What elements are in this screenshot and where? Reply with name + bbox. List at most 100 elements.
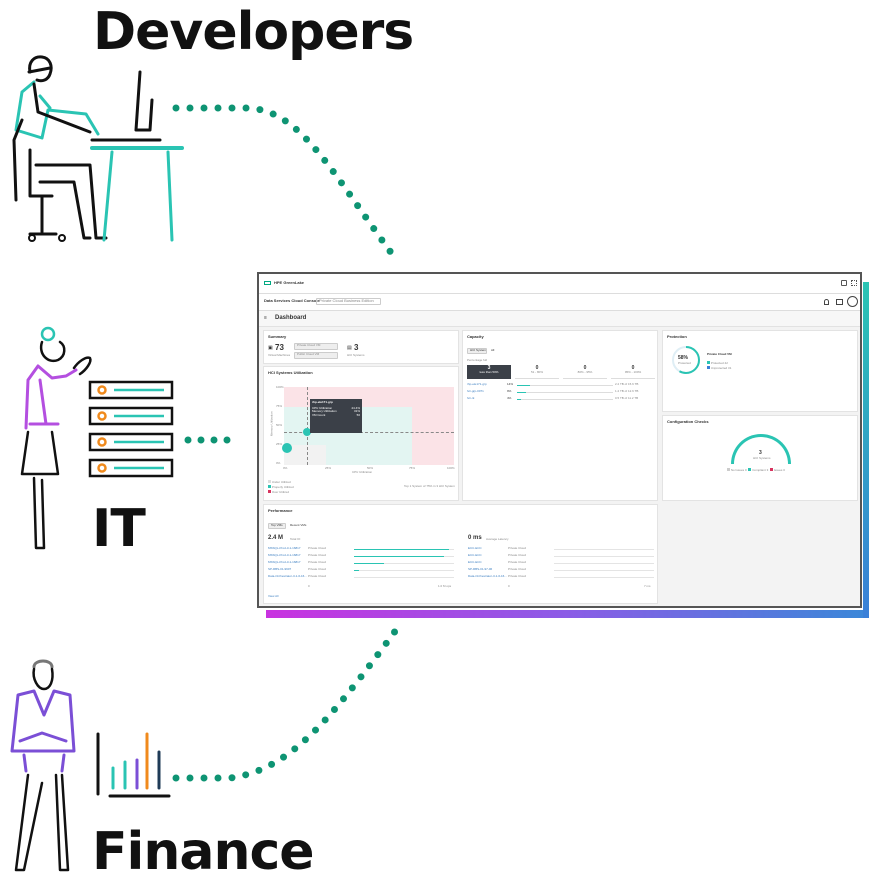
perf-vm-type: Private Cloud (308, 574, 327, 578)
perf-bar-track (554, 549, 654, 550)
capacity-bar (517, 392, 613, 393)
config-title: Configuration Checks (667, 419, 709, 424)
config-label: HCI Systems (753, 456, 771, 460)
tab-hci-system[interactable]: HCI System (467, 348, 487, 354)
perf-row[interactable]: ECC-ECC Private Cloud (468, 553, 656, 560)
latency-label: Average Latency (486, 537, 509, 541)
config-card: Configuration Checks 3 HCI Systems No Is… (662, 415, 858, 501)
utilization-footnote: Top 1 System of 75% in 3 HCI System (404, 484, 455, 488)
plot-area: rhp-ele171-grp CPU Utilization 24.4% Memo… (282, 387, 454, 465)
menu-icon[interactable]: ≡ (264, 315, 267, 321)
perf-right-list: ECC-ECC Private Cloud ECC-ECC Private Cloud… (468, 546, 656, 583)
page-header: ≡ Dashboard (259, 311, 860, 327)
perf-vm-type: Private Cloud (508, 567, 527, 571)
perf-vm-name[interactable]: Data-Orchestrator-3-1-6-16... (468, 574, 507, 579)
perf-row[interactable]: MSSQL-Prod-3-1-16817 Private Cloud (268, 560, 456, 567)
context-bar: Data Services Cloud Console Private Clou… (259, 294, 860, 311)
capacity-bucket[interactable]: 0 80% - 95% (563, 365, 607, 379)
bell-icon[interactable] (824, 299, 829, 305)
page-title: Dashboard (275, 315, 307, 321)
data-point[interactable] (282, 443, 292, 453)
x-tick: 100% (447, 466, 455, 470)
perf-bar-fill (354, 549, 449, 550)
perf-vm-name[interactable]: Data-Orchestrator-3-1-6-16... (268, 574, 307, 579)
top-bar: HPE GreenLake (259, 274, 860, 294)
config-legend: No Issues 0 Compliant 3 Issues 0 (727, 468, 785, 473)
perf-bar-track (554, 556, 654, 557)
perf-left-list: MSSQL-Prod-3-1-16817 Private Cloud MSSQL-P… (268, 546, 456, 583)
capacity-bucket[interactable]: 3 less than 50% (467, 365, 511, 379)
tab-recent-vms[interactable]: Recent VMs (290, 523, 306, 528)
perf-vm-name[interactable]: ECC-ECC (468, 560, 482, 565)
y-tick: 50% (276, 423, 283, 427)
perf-vm-type: Private Cloud (308, 560, 327, 564)
legend-unprotected: Unprotected 31 (707, 366, 731, 371)
apps-grid-icon[interactable] (851, 280, 857, 286)
perf-vm-type: Private Cloud (308, 553, 327, 557)
perf-row[interactable]: Data-Orchestrator-3-1-6-16... Private Clo… (268, 574, 456, 581)
legend-protected: Protected 42 (707, 361, 728, 366)
perf-bar-track (354, 570, 454, 571)
utilization-tooltip: rhp-ele171-grp CPU Utilization 24.4% Memo… (310, 399, 362, 433)
systems-count: 3 (354, 343, 359, 352)
x-tick: 75% (409, 466, 416, 470)
help-icon[interactable] (841, 280, 847, 286)
perf-vm-name[interactable]: SP-RBS-01-97-06 (468, 567, 492, 572)
perf-row[interactable]: Data-Orchestrator-3-1-6-16... Private Clo… (468, 574, 656, 581)
private-vm-chip[interactable]: Private Cloud VM (294, 343, 338, 350)
utilization-card: HCI Systems Utilization 100% 75% 50% 25%… (263, 366, 459, 501)
hpe-logo-icon (264, 281, 271, 285)
perf-vm-type: Private Cloud (308, 567, 327, 571)
perf-vm-name[interactable]: ECC-ECC (468, 553, 482, 558)
capacity-bar (517, 399, 613, 400)
perf-axis-left-min: 0 (308, 584, 310, 588)
perf-bar-fill (354, 563, 384, 564)
summary-card: Summary ▣ 73 Virtual Machines Private Cl… (263, 330, 459, 364)
y-tick: 100% (276, 385, 284, 389)
perf-row[interactable]: ECC-ECC Private Cloud (468, 560, 656, 567)
perf-vm-name[interactable]: MSSQL-Prod-3-1-16817 (268, 546, 301, 551)
legend-proper: Properly Utilized (268, 485, 294, 490)
perf-axis-right-min: 0 (508, 584, 510, 588)
capacity-bucket[interactable]: 0 95% - 100% (611, 365, 655, 379)
tab-all[interactable]: All (491, 348, 494, 353)
view-all-link[interactable]: View All (268, 594, 278, 599)
capacity-row[interactable]: hci-rk 4% 0.5 TB of 11.2 TB (467, 396, 655, 403)
perf-vm-name[interactable]: MSSQL-Prod-3-1-16817 (268, 553, 301, 558)
perf-vm-name[interactable]: MSSQL-Prod-3-1-16817 (268, 560, 301, 565)
perf-bar-track (554, 570, 654, 571)
total-io-value: 2.4 M (268, 535, 284, 541)
performance-title: Performance (268, 508, 293, 513)
systems-icon: ▤ (347, 345, 352, 351)
edition-selector[interactable]: Private Cloud Business Edition (316, 298, 381, 305)
capacity-bucket[interactable]: 0 51 - 80% (515, 365, 559, 379)
utilization-title: HCI Systems Utilization (268, 370, 313, 375)
message-icon[interactable] (836, 299, 843, 305)
tab-top-vms[interactable]: Top VMs (268, 523, 286, 529)
legend-under: Under Utilized (268, 480, 291, 485)
perf-bar-fill (354, 570, 359, 571)
perf-vm-name[interactable]: ECC-ECC (468, 546, 482, 551)
perf-bar-track (354, 549, 454, 550)
perf-vm-name[interactable]: SP-RBS-01-9907 (268, 567, 291, 572)
latency-value: 0 ms (468, 535, 482, 541)
perf-bar-track (554, 563, 654, 564)
crosshair-v (307, 387, 308, 465)
x-tick: 0% (283, 466, 288, 470)
perf-vm-type: Private Cloud (508, 553, 527, 557)
legend-over: Over Utilized (268, 490, 289, 495)
perf-row[interactable]: ECC-ECC Private Cloud (468, 546, 656, 553)
y-axis-label: Memory Utilization (269, 411, 274, 437)
y-tick: 0% (276, 461, 281, 465)
public-vm-chip[interactable]: Public Cloud VM (294, 352, 338, 359)
protection-title: Protection (667, 334, 687, 339)
perf-axis-right-max: 7 ms (644, 584, 651, 588)
dashboard-window: HPE GreenLake Data Services Cloud Consol… (257, 272, 862, 608)
x-axis-label: CPU Utilization (352, 470, 373, 474)
user-avatar-icon[interactable] (847, 296, 858, 307)
perf-bar-track (354, 556, 454, 557)
perf-bar-track (354, 577, 454, 578)
perf-vm-type: Private Cloud (508, 560, 527, 564)
capacity-bar (517, 385, 613, 386)
brand-name: HPE GreenLake (274, 280, 305, 285)
